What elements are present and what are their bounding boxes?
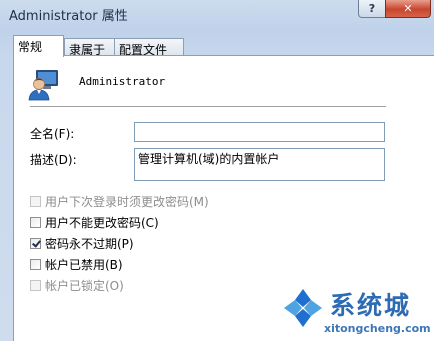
option-cannot-change-password[interactable]: 用户不能更改密码(C) [30,214,159,231]
description-label: 描述(D): [30,153,77,167]
password-never-expires-checkbox[interactable] [30,237,41,249]
option-account-disabled[interactable]: 帐户已禁用(B) [30,256,123,273]
option-label[interactable]: 帐户已禁用(B) [45,256,123,273]
description-field[interactable]: 管理计算机(域)的内置帐户 [134,148,385,181]
tab-general[interactable]: 常规 [13,35,64,57]
full-name-field[interactable] [134,122,385,142]
account-locked-checkbox [30,279,41,291]
help-icon: ? [368,2,376,15]
tab-member-of[interactable]: 隶属于 [64,38,115,57]
user-icon [28,70,58,101]
close-button[interactable]: ✕ [385,0,431,18]
watermark-url: xitongcheng.com [324,322,431,335]
separator [30,106,386,108]
tab-profile[interactable]: 配置文件 [114,38,184,57]
window-title: Administrator 属性 [9,9,128,24]
option-must-change-password: 用户下次登录时须更改密码(M) [30,194,209,209]
option-label[interactable]: 用户不能更改密码(C) [45,214,159,231]
option-label: 用户下次登录时须更改密码(M) [45,194,209,209]
watermark-logo-icon [284,289,322,327]
watermark-name: 系统城 [330,291,412,320]
user-name: Administrator [79,75,166,88]
help-button[interactable]: ? [358,0,386,18]
must-change-password-checkbox [30,195,41,207]
option-label: 帐户已锁定(O) [45,278,124,293]
option-password-never-expires[interactable]: 密码永不过期(P) [30,235,134,252]
cannot-change-password-checkbox[interactable] [30,216,41,228]
close-icon: ✕ [403,2,413,15]
account-disabled-checkbox[interactable] [30,258,41,270]
properties-dialog: Administrator 属性 ? ✕ 常规 隶属于 配置文件 Adminis… [0,0,434,341]
option-account-locked: 帐户已锁定(O) [30,278,124,293]
option-label[interactable]: 密码永不过期(P) [45,235,134,252]
watermark: 系统城 xitongcheng.com [279,286,434,341]
full-name-label: 全名(F): [30,127,75,141]
